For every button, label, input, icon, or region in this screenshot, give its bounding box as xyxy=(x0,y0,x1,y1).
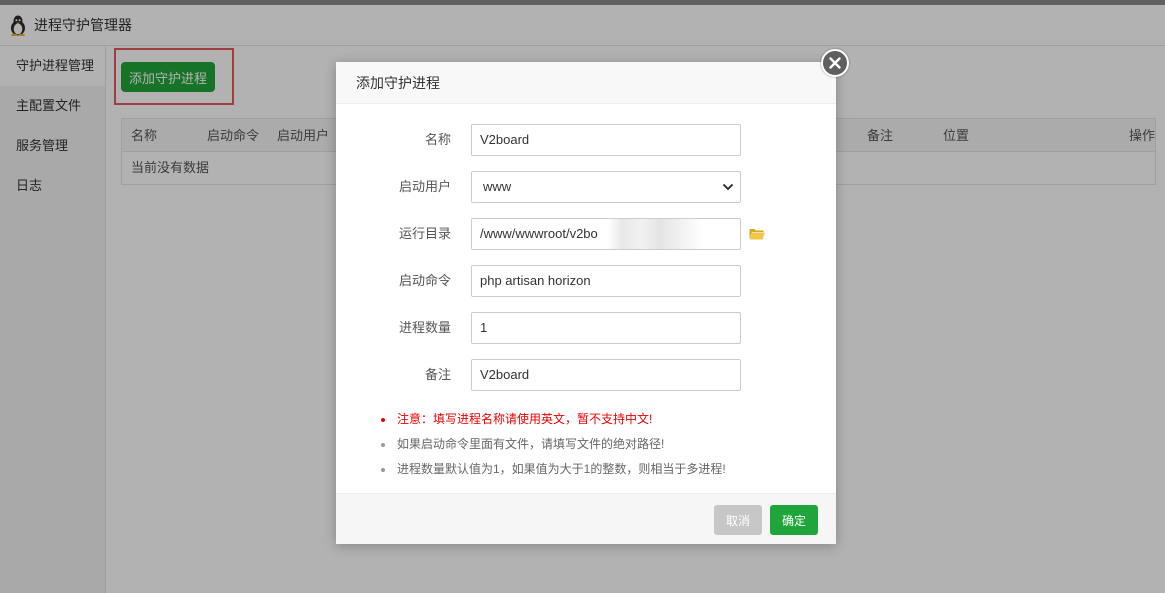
cancel-button[interactable]: 取消 xyxy=(714,505,762,535)
command-label: 启动命令 xyxy=(398,273,451,288)
notes-list: 注意：填写进程名称请使用英文，暂不支持中文! 如果启动命令里面有文件，请填写文件… xyxy=(376,407,816,482)
form-row-remark: 备注 V2board xyxy=(336,359,836,391)
dialog-footer: 取消 确定 xyxy=(336,493,836,544)
folder-icon[interactable] xyxy=(749,227,765,240)
remark-input[interactable]: V2board xyxy=(471,359,741,391)
count-input[interactable]: 1 xyxy=(471,312,741,344)
redaction-blur xyxy=(608,219,703,249)
user-label: 启动用户 xyxy=(398,179,451,194)
user-select[interactable]: www xyxy=(471,171,741,203)
note-item: 如果启动命令里面有文件，请填写文件的绝对路径! xyxy=(376,432,816,457)
remark-label: 备注 xyxy=(424,367,451,382)
confirm-button[interactable]: 确定 xyxy=(770,505,818,535)
form-row-user: 启动用户 www xyxy=(336,171,836,203)
form-row-count: 进程数量 1 xyxy=(336,312,836,344)
name-label: 名称 xyxy=(424,132,451,147)
user-select-value: www xyxy=(483,179,512,194)
note-item: 进程数量默认值为1，如果值为大于1的整数，则相当于多进程! xyxy=(376,457,816,482)
chevron-down-icon xyxy=(722,183,734,191)
close-icon xyxy=(829,57,841,69)
form-row-command: 启动命令 php artisan horizon xyxy=(336,265,836,297)
form-row-name: 名称 V2board xyxy=(336,124,836,156)
name-input[interactable]: V2board xyxy=(471,124,741,156)
add-daemon-dialog: 添加守护进程 名称 V2board 启动用户 www 运行目录 /www/www… xyxy=(336,62,836,544)
form-row-dir: 运行目录 /www/wwwroot/v2bo xyxy=(336,218,836,250)
command-input[interactable]: php artisan horizon xyxy=(471,265,741,297)
close-dialog-button[interactable] xyxy=(821,49,849,77)
dialog-title: 添加守护进程 xyxy=(336,62,836,104)
dir-input-value: /www/wwwroot/v2bo xyxy=(480,226,598,241)
dir-label: 运行目录 xyxy=(398,226,451,241)
count-label: 进程数量 xyxy=(398,320,451,335)
note-item-warning: 注意：填写进程名称请使用英文，暂不支持中文! xyxy=(376,407,816,432)
